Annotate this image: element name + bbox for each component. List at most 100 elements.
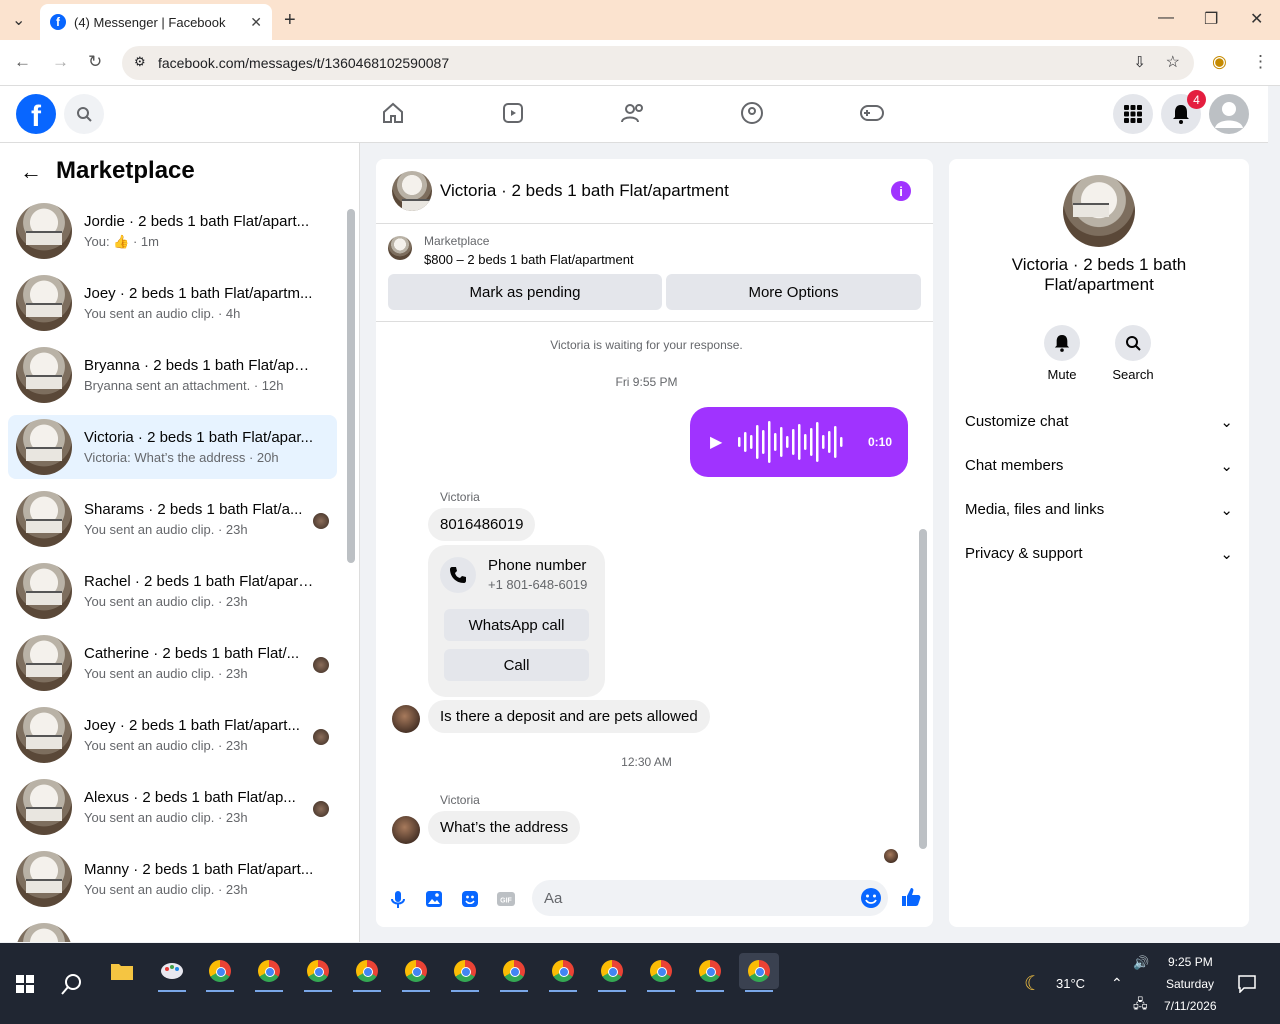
listing-thumbnail[interactable] [388,236,412,260]
address-bar[interactable]: ⚙ facebook.com/messages/t/13604681025900… [122,46,1194,80]
chrome-window-icon[interactable] [347,953,387,992]
media-files-links-section[interactable]: Media, files and links ⌄ [965,501,1233,519]
menu-grid-icon[interactable] [1113,94,1153,134]
victoria-avatar[interactable] [392,816,420,844]
chat-title[interactable]: Victoria · 2 beds 1 bath Flat/apartment [440,181,729,201]
profile-icon[interactable]: ◉ [1212,52,1227,72]
message-thread: Victoria is waiting for your response. F… [376,322,933,863]
marketplace-label: Marketplace [424,234,490,248]
photo-icon[interactable] [424,889,444,909]
clock-day[interactable]: Saturday [1166,977,1214,991]
home-icon[interactable] [380,100,406,126]
show-hidden-icons-icon[interactable]: ⌃ [1111,975,1123,992]
gaming-icon[interactable] [859,100,885,126]
chat-members-section[interactable]: Chat members ⌄ [965,457,1233,475]
conversation-item[interactable]: Victoria · 2 beds 1 bath Flat/apar... Vic… [8,415,337,479]
restore-icon[interactable]: ❐ [1204,9,1218,29]
chrome-window-icon[interactable] [298,953,338,992]
close-window-icon[interactable]: ✕ [1250,9,1263,29]
waveform-bar [840,437,843,447]
paint-app-icon[interactable] [152,953,192,992]
install-app-icon[interactable]: ⇩ [1133,53,1146,71]
clock-date[interactable]: 7/11/2026 [1164,999,1217,1013]
back-icon[interactable]: ← [14,52,31,72]
account-avatar-icon[interactable] [1209,94,1249,134]
call-button[interactable]: Call [444,649,589,681]
facebook-logo-icon[interactable]: f [16,94,56,134]
message-bubble[interactable]: 8016486019 [428,508,536,541]
gif-icon[interactable]: GIF [496,889,516,909]
conversation-item[interactable]: Jordie · 2 beds 1 bath Flat/apart... You:… [8,199,337,263]
chrome-window-icon[interactable] [641,953,681,992]
chrome-window-icon[interactable] [690,953,730,992]
conversation-item[interactable]: Catherine · 2 beds 1 bath Flat/... You se… [8,631,337,695]
customize-chat-section[interactable]: Customize chat ⌄ [965,413,1233,431]
conversation-item[interactable]: Joey · 2 beds 1 bath Flat/apartm... You s… [8,271,337,335]
friends-icon[interactable] [620,100,646,126]
chrome-window-icon[interactable] [739,953,779,992]
site-info-icon[interactable]: ⚙ [134,54,146,70]
privacy-support-section[interactable]: Privacy & support ⌄ [965,545,1233,563]
network-icon[interactable]: 🖧 [1133,995,1148,1017]
notification-center-icon[interactable] [1238,975,1256,993]
like-thumb-icon[interactable] [900,886,922,908]
search-conversation-button[interactable]: Search [1103,325,1163,382]
groups-icon[interactable] [739,100,765,126]
chrome-icon [454,960,476,982]
forward-icon[interactable]: → [52,52,69,72]
whatsapp-call-button[interactable]: WhatsApp call [444,609,589,641]
chat-listing-thumbnail[interactable] [392,171,432,211]
chrome-window-icon[interactable] [249,953,289,992]
conversation-text: Victoria · 2 beds 1 bath Flat/apar... Vic… [84,429,314,465]
conversation-item[interactable]: Joey · 2 beds 1 bath Flat/apart... You se… [8,703,337,767]
browser-tab[interactable]: f (4) Messenger | Facebook ✕ [40,4,272,40]
chevron-down-icon: ⌄ [1220,502,1233,519]
conversation-name: Catherine · 2 beds 1 bath Flat/... [84,645,300,662]
message-input[interactable]: Aa [532,880,888,916]
bookmark-star-icon[interactable]: ☆ [1166,52,1180,72]
video-icon[interactable] [500,100,526,126]
emoji-icon[interactable] [860,887,882,909]
reload-icon[interactable]: ↻ [88,52,102,72]
chrome-window-icon[interactable] [592,953,632,992]
close-tab-icon[interactable]: ✕ [250,14,262,31]
chrome-menu-icon[interactable]: ⋮ [1252,52,1269,72]
clock-time[interactable]: 9:25 PM [1168,955,1213,969]
weather-temperature[interactable]: 31°C [1056,976,1085,991]
tab-list-icon[interactable]: ⌄ [12,10,25,30]
search-icon[interactable] [64,94,104,134]
listing-price[interactable]: $800 – 2 beds 1 bath Flat/apartment [424,252,634,267]
message-bubble[interactable]: Is there a deposit and are pets allowed [428,700,710,733]
taskbar-search-icon[interactable] [61,973,83,995]
chrome-window-icon[interactable] [445,953,485,992]
chat-scrollbar[interactable] [919,529,927,849]
chrome-window-icon[interactable] [543,953,583,992]
volume-icon[interactable]: 🔊 [1133,955,1149,971]
chrome-window-icon[interactable] [200,953,240,992]
mute-button[interactable]: Mute [1032,325,1092,382]
sidebar-scrollbar[interactable] [347,209,355,563]
chrome-window-icon[interactable] [396,953,436,992]
details-listing-thumbnail[interactable] [1063,175,1135,247]
minimize-icon[interactable]: — [1158,9,1174,27]
conversation-item[interactable]: Rachel · 2 beds 1 bath Flat/apart... You … [8,559,337,623]
windows-start-icon[interactable] [16,975,34,993]
conversation-item[interactable]: Tongan · 2 beds 1 bath Flat/ap... [8,919,337,942]
conversation-item[interactable]: Alexus · 2 beds 1 bath Flat/ap... You sen… [8,775,337,839]
conversation-item[interactable]: Bryanna · 2 beds 1 bath Flat/apa... Bryan… [8,343,337,407]
victoria-avatar[interactable] [392,705,420,733]
message-bubble[interactable]: What’s the address [428,811,581,844]
chrome-window-icon[interactable] [494,953,534,992]
conversation-item[interactable]: Sharams · 2 beds 1 bath Flat/a... You sen… [8,487,337,551]
file-explorer-icon[interactable] [102,953,142,989]
audio-message[interactable]: ▶ 0:10 [690,407,908,477]
info-icon[interactable]: i [891,181,911,201]
back-arrow-icon[interactable]: ← [20,159,42,185]
new-tab-button[interactable]: + [284,9,296,32]
sticker-icon[interactable] [460,889,480,909]
more-options-button[interactable]: More Options [666,274,921,310]
conversation-item[interactable]: Manny · 2 beds 1 bath Flat/apart... You s… [8,847,337,911]
play-icon[interactable]: ▶ [710,432,722,452]
mark-as-pending-button[interactable]: Mark as pending [388,274,662,310]
microphone-icon[interactable] [388,889,408,909]
